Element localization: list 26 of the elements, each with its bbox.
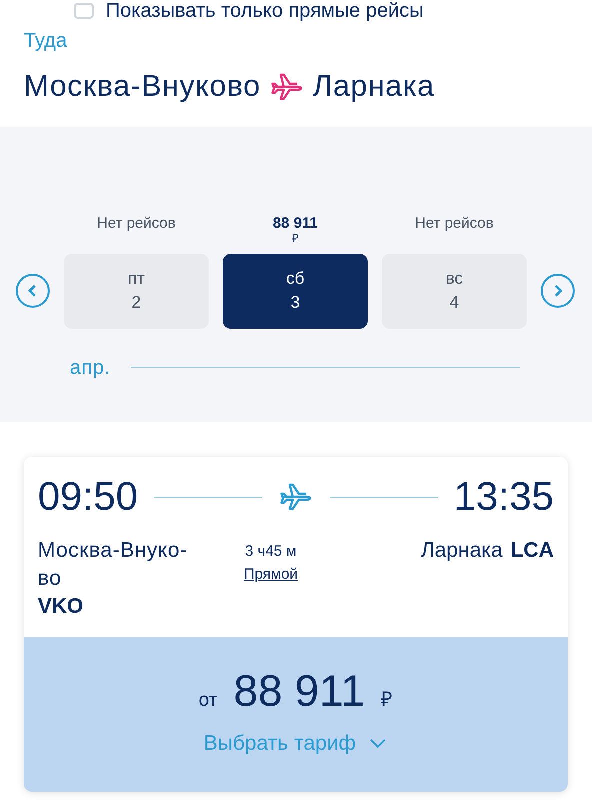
arrival-city: Ларнака xyxy=(421,538,503,564)
direction-label: Туда xyxy=(23,29,68,54)
arrival-code: LCA xyxy=(510,538,554,564)
departure-city: Москва-Внуко-во xyxy=(38,538,189,592)
flight-duration: 3 ч45 м xyxy=(245,542,297,562)
destination-city: Ларнака xyxy=(312,69,435,105)
date-tab[interactable]: вс 4 xyxy=(382,254,527,329)
month-label: апр. xyxy=(70,356,111,381)
checkbox-label: Показывать только прямые рейсы xyxy=(106,1,424,21)
next-button[interactable] xyxy=(541,274,575,308)
departure-time: 09:50 xyxy=(38,477,138,517)
origin-city: Москва-Внуково xyxy=(24,69,261,105)
currency-sign: ₽ xyxy=(381,688,394,713)
date-price: Нет рейсов xyxy=(415,215,494,234)
checkbox[interactable] xyxy=(74,3,94,19)
direct-flight-link[interactable]: Прямой xyxy=(244,564,298,586)
previous-button[interactable] xyxy=(16,274,50,308)
date-price: Нет рейсов xyxy=(97,215,176,234)
departure-code: VKO xyxy=(38,594,85,620)
date-price: 88 911 xyxy=(272,215,318,234)
price-prefix: от xyxy=(198,689,218,713)
date-tab[interactable]: сб 3 xyxy=(223,254,368,329)
price-amount: 88 911 xyxy=(234,670,366,714)
date-tab[interactable]: пт 2 xyxy=(64,254,209,329)
currency-sign: ₽ xyxy=(292,234,298,247)
arrival-time: 13:35 xyxy=(454,477,554,517)
